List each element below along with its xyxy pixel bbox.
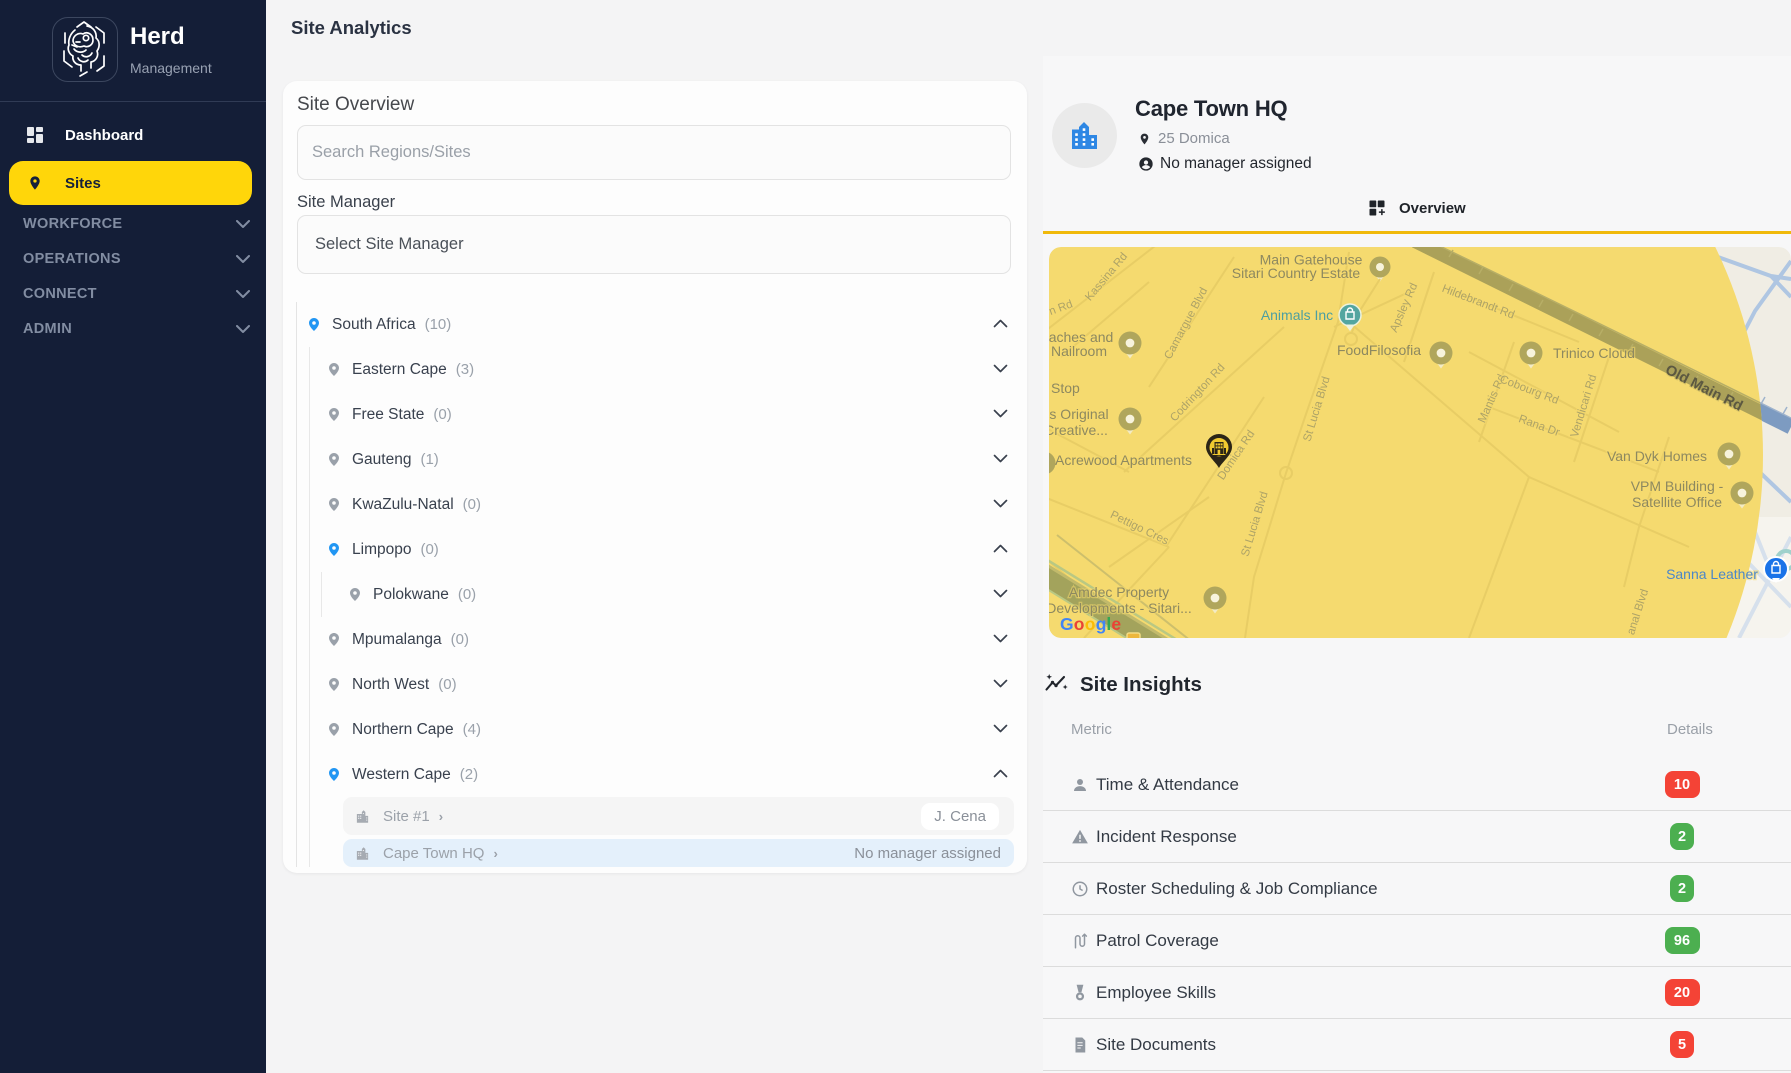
svg-text:o: o xyxy=(1085,614,1096,634)
svg-text:Animals Inc: Animals Inc xyxy=(1261,307,1333,323)
svg-text:e: e xyxy=(1111,614,1121,634)
svg-text:Sanna Leather: Sanna Leather xyxy=(1666,566,1758,582)
svg-text:Amdec Property: Amdec Property xyxy=(1069,584,1169,600)
svg-text:g: g xyxy=(1096,614,1107,634)
svg-text:Nailroom: Nailroom xyxy=(1051,343,1107,359)
svg-text:Sitari Country Estate: Sitari Country Estate xyxy=(1232,265,1361,281)
svg-text:G: G xyxy=(1060,614,1074,634)
svg-text:Satellite Office: Satellite Office xyxy=(1632,494,1722,510)
svg-text:s Original: s Original xyxy=(1049,406,1108,422)
svg-text:Acrewood Apartments: Acrewood Apartments xyxy=(1055,452,1192,468)
svg-text:VPM Building -: VPM Building - xyxy=(1631,478,1724,494)
svg-text:Creative...: Creative... xyxy=(1049,422,1108,438)
svg-text:FoodFilosofia: FoodFilosofia xyxy=(1337,342,1421,358)
svg-text:Trinico Cloud: Trinico Cloud xyxy=(1553,345,1635,361)
svg-text:Van Dyk Homes: Van Dyk Homes xyxy=(1607,448,1707,464)
svg-text:o: o xyxy=(1074,614,1085,634)
svg-text:Stop: Stop xyxy=(1051,380,1080,396)
